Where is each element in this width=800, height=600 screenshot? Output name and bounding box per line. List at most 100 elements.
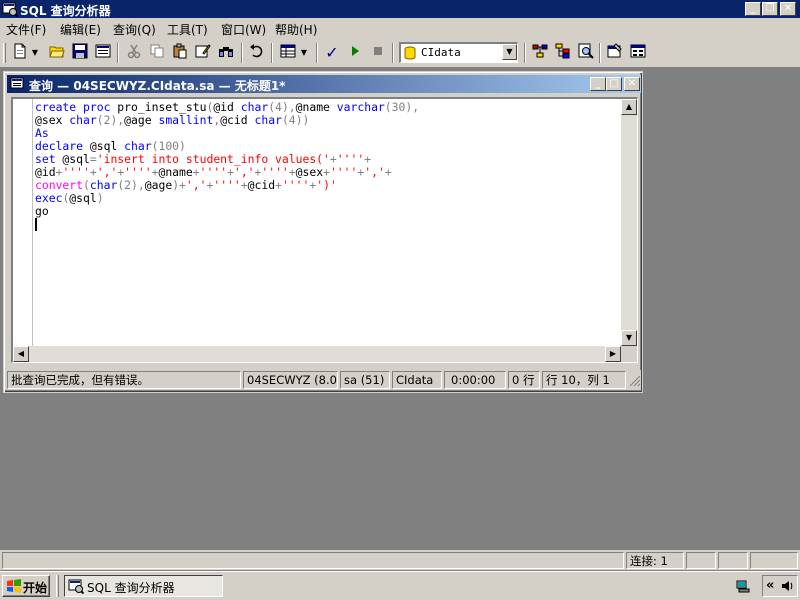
code-token: create proc [35,100,111,114]
find-icon[interactable] [216,43,236,63]
save-icon[interactable] [70,43,90,63]
stop-icon[interactable] [368,43,388,63]
cut-icon[interactable] [124,43,144,63]
clear-icon[interactable] [193,43,213,63]
code-token: @sex [35,113,70,127]
open-icon[interactable] [47,43,67,63]
paste-icon[interactable] [170,43,190,63]
query-window-title-bar[interactable]: 查询 — 04SECWYZ.CIdata.sa — 无标题1* _ □ ✕ [7,75,641,93]
code-token: @cid [247,178,276,192]
code-token: '''' [261,165,289,179]
app-restore-button[interactable]: ❐ [762,2,778,16]
horizontal-scrollbar[interactable]: ◀ ▶ [13,346,621,362]
status-position: 行 10，列 1 [542,371,626,389]
volume-icon[interactable] [781,579,795,593]
code-token: (4)) [281,113,310,127]
code-token: '''' [281,178,310,192]
database-select-value: CIdata [421,46,461,59]
code-token: @id [35,165,56,179]
status-user: sa (51) [340,371,390,389]
code-token: + [275,178,282,192]
query-minimize-button[interactable]: _ [590,77,606,91]
network-icon[interactable] [735,578,751,594]
scroll-right-button[interactable]: ▶ [605,346,621,362]
object-browser-icon[interactable] [553,43,573,63]
code-token: (4), [268,100,296,114]
menu-edit[interactable]: 编辑(E) [60,21,101,38]
properties-icon[interactable] [605,43,625,63]
app-minimize-button[interactable]: _ [745,2,761,16]
tray-expand-area: « [762,575,798,597]
show-plan-icon[interactable] [530,43,550,63]
status-panel [686,552,716,569]
object-search-icon[interactable] [576,43,596,63]
status-database: CIdata [392,371,442,389]
taskbar-item-query-analyzer[interactable]: SQL 查询分析器 [64,575,223,597]
windows-logo-icon [7,579,21,593]
code-token: + [329,152,337,166]
code-token: ',' [364,165,385,179]
menu-window[interactable]: 窗口(W) [221,21,266,38]
code-token: declare [35,139,84,153]
code-token: + [288,165,296,179]
code-token: exec [35,191,63,205]
code-token: @age [144,178,173,192]
execute-icon[interactable] [345,43,365,63]
scroll-left-button[interactable]: ◀ [13,346,29,362]
code-token: ',' [185,178,207,192]
code-token: + [240,178,248,192]
new-dropdown-chevron-icon[interactable]: ▼ [30,43,40,63]
toolbar: ▼ ▼ ✓ CIdata ▼ [0,38,800,68]
status-server: 04SECWYZ (8.0) [243,371,338,389]
query-analyzer-icon [2,2,18,17]
code-token: = [89,152,97,166]
start-button[interactable]: 开始 [2,575,50,597]
parse-icon[interactable]: ✓ [322,43,342,63]
scroll-down-button[interactable]: ▼ [621,330,637,346]
menu-file[interactable]: 文件(F) [6,21,46,38]
database-dropdown-chevron-icon[interactable]: ▼ [502,44,517,60]
code-token: ) [96,191,104,205]
copy-icon[interactable] [147,43,167,63]
menu-help[interactable]: 帮助(H) [275,21,317,38]
menu-query[interactable]: 查询(Q) [113,21,156,38]
code-token: '''' [213,178,241,192]
new-query-icon[interactable] [10,43,30,63]
start-label: 开始 [23,581,48,595]
code-token: @name [158,165,193,179]
scroll-corner [621,346,637,362]
code-line: exec(@sql) [35,192,419,205]
database-select[interactable]: CIdata ▼ [399,42,518,63]
menu-bar: 文件(F) 编辑(E) 查询(Q) 工具(T) 窗口(W) 帮助(H) [0,18,800,38]
query-analyzer-icon [68,579,84,594]
code-token: '''' [199,165,228,179]
query-close-button[interactable]: ✕ [624,77,640,91]
current-connection-icon[interactable] [628,43,648,63]
tray-expand-button[interactable]: « [766,578,774,593]
resize-grip-icon[interactable] [628,374,641,388]
code-token: smallint [158,113,214,127]
menu-tools[interactable]: 工具(T) [167,21,208,38]
results-grid-icon[interactable] [278,43,298,63]
query-status-bar: 批查询已完成，但有错误。 04SECWYZ (8.0) sa (51) CIda… [7,370,641,390]
code-token: As [35,126,49,140]
scroll-up-button[interactable]: ▲ [621,99,637,115]
toolbar-separator [599,43,601,63]
load-script-icon[interactable] [93,43,113,63]
code-token: ')' [316,178,337,192]
status-panel [718,552,748,569]
code-token: @id [213,100,241,114]
main-status-bar: 连接: 1 [0,550,800,570]
query-maximize-button[interactable]: □ [606,77,622,91]
code-token: varchar [336,100,385,114]
app-close-button[interactable]: ✕ [780,2,796,16]
results-dropdown-chevron-icon[interactable]: ▼ [299,43,309,63]
system-tray [727,575,760,597]
code-area[interactable]: create proc pro_inset_stu(@id char(4),@n… [35,101,419,231]
vertical-scrollbar[interactable]: ▲ ▼ [621,99,637,346]
undo-icon[interactable] [247,43,267,63]
code-token: char [69,113,97,127]
query-window: 查询 — 04SECWYZ.CIdata.sa — 无标题1* _ □ ✕ cr… [3,71,643,393]
status-message: 批查询已完成，但有错误。 [7,371,241,389]
query-editor[interactable]: create proc pro_inset_stu(@id char(4),@n… [11,97,638,363]
